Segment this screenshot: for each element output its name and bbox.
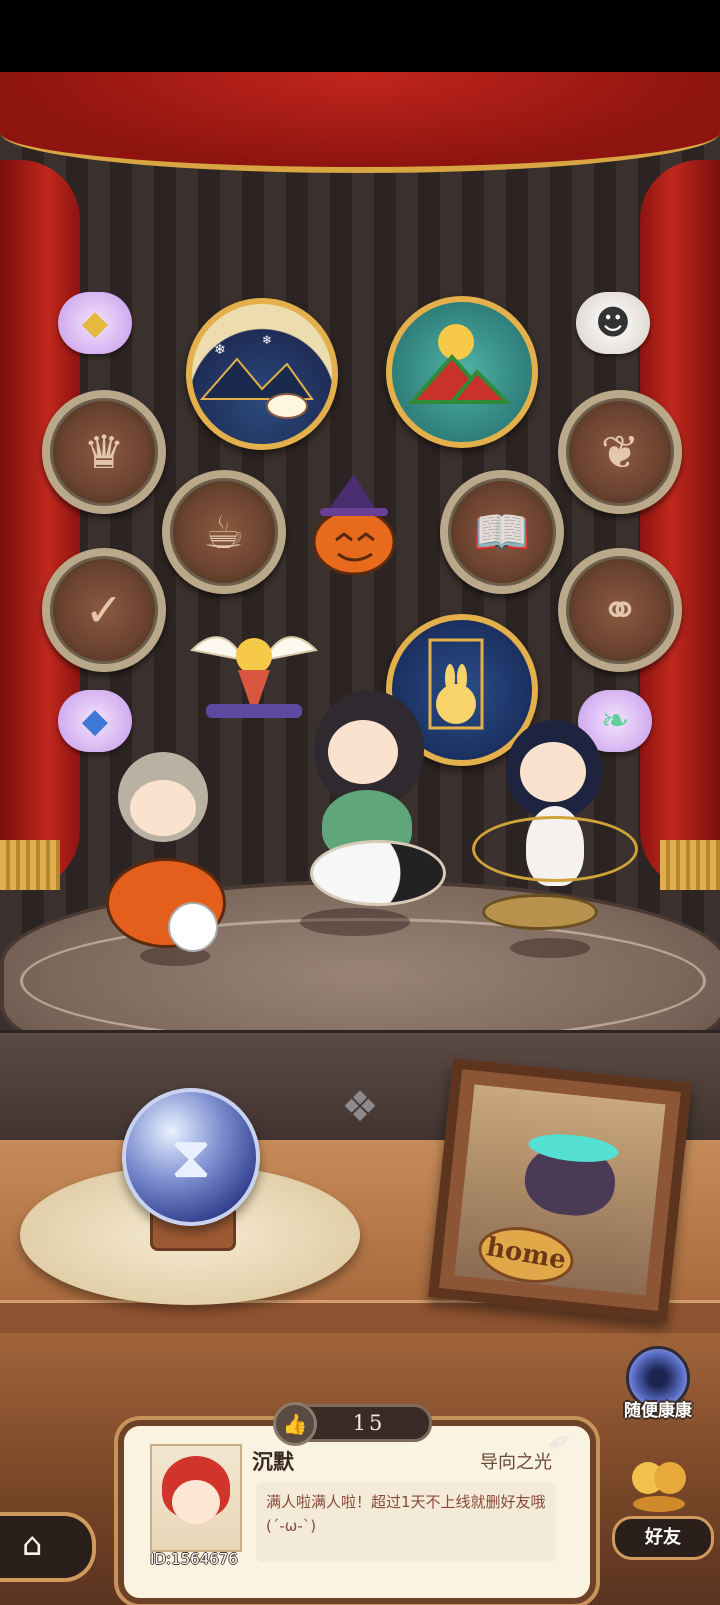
friends-button[interactable]: 好友 — [612, 1456, 714, 1566]
spinning-disc — [482, 894, 598, 930]
character-face — [328, 720, 398, 784]
curtain-fringe-left — [0, 840, 60, 890]
avatar-face — [172, 1480, 220, 1524]
crown-trophy-icon[interactable]: ♛ — [42, 390, 166, 514]
random-visit-label[interactable]: 随便康康 — [608, 1396, 708, 1421]
gem-topaz-icon[interactable]: ◆ — [58, 292, 132, 354]
character-face — [520, 742, 586, 802]
character-face — [130, 780, 196, 836]
pumpkin-witch-hat-icon[interactable] — [298, 470, 410, 582]
two-figures-icon[interactable]: ⚭ — [558, 548, 682, 672]
likes-counter[interactable]: 👍 15 — [273, 1402, 432, 1446]
home-button[interactable]: ⌂ — [0, 1512, 96, 1582]
cauldron-icon[interactable]: ☕ — [162, 470, 286, 594]
avatar[interactable] — [150, 1444, 242, 1552]
svg-text:❄: ❄ — [214, 342, 226, 358]
character-pumpkin-rider[interactable] — [88, 752, 238, 952]
character-orbit-dancer[interactable] — [470, 690, 640, 950]
snowy-mountain-tea-art: ❄ ❄ — [199, 333, 314, 419]
ghost-icon[interactable]: ☻ — [576, 292, 650, 354]
profile-card: ID:1564676 沉默 导向之光 满人啦满人啦！超过1天不上线就删好友哦(´… — [118, 1420, 596, 1604]
likes-count: 15 — [352, 1411, 386, 1435]
hourglass-icon: ⧗ — [170, 1122, 212, 1191]
user-id: ID:1564676 — [150, 1550, 238, 1568]
thumbs-up-icon: 👍 — [273, 1402, 317, 1446]
curtain-left — [0, 160, 80, 890]
yin-yang-cloud — [310, 840, 446, 906]
svg-text:❄: ❄ — [262, 333, 272, 347]
book-icon[interactable]: 📖 — [440, 470, 564, 594]
profile-name: 沉默 — [252, 1450, 294, 1474]
watermelon-sun-art — [407, 324, 512, 404]
curtain-fringe-right — [660, 840, 720, 890]
snowy-mountain-tea-icon[interactable]: ❄ ❄ — [186, 298, 338, 450]
gem-sapphire-icon[interactable]: ◆ — [58, 690, 132, 752]
game-screen: ◆ ◆ ❧ ☻ ♛ ✓ ❦ ⚭ ☕ 📖 ❄ ❄ ❖ ⧗ home 随便康康 ID… — [0, 0, 720, 1605]
curtain-right — [640, 160, 720, 890]
friends-icon — [632, 1462, 686, 1512]
pumpkin-witch-hat-art — [312, 474, 396, 576]
curtain-valance — [0, 72, 720, 173]
scroll-check-icon[interactable]: ✓ — [42, 548, 166, 672]
home-icon: ⌂ — [22, 1525, 43, 1563]
status-bar — [0, 0, 720, 72]
profile-title: 导向之光 — [480, 1452, 552, 1473]
friends-label: 好友 — [612, 1516, 714, 1560]
ornament-icon[interactable]: ❦ — [558, 390, 682, 514]
character-yin-yang-fisher[interactable] — [270, 690, 470, 920]
profile-bio: 满人啦满人啦！超过1天不上线就删好友哦(´-ω-`) — [256, 1482, 556, 1562]
stage-emblem-icon: ❖ — [341, 1082, 379, 1131]
home-frame-button[interactable] — [428, 1058, 692, 1322]
hourglass-orb-button[interactable]: ⧗ — [122, 1088, 260, 1226]
ghost-companion — [168, 902, 218, 952]
watermelon-sun-icon[interactable] — [386, 296, 538, 448]
orbit-ring — [472, 816, 638, 882]
